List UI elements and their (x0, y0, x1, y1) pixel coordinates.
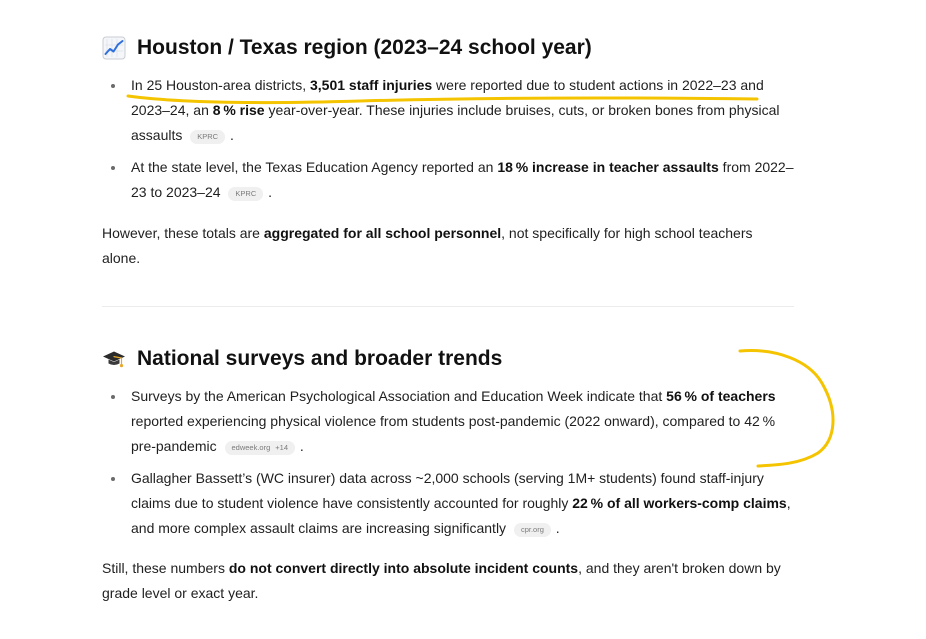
bold-text: aggregated for all school personnel (263, 225, 502, 241)
graduation-cap-icon (103, 351, 125, 368)
bullet-list: Surveys by the American Psychological As… (102, 384, 802, 541)
citation-chip[interactable]: KPRC (190, 130, 226, 144)
bold-text: 56 % of teachers (666, 388, 776, 404)
section-heading-houston: Houston / Texas region (2023–24 school y… (102, 33, 592, 63)
section-title: Houston / Texas region (2023–24 school y… (137, 36, 592, 59)
bold-text: 18 % increase in teacher assaults (497, 159, 719, 175)
paragraph: Still, these numbers do not convert dire… (102, 560, 781, 601)
citation-chip[interactable]: edweek.org +14 (224, 441, 296, 455)
bold-text: 8 % rise (212, 102, 265, 118)
list-item: In 25 Houston-area districts, 3,501 staf… (102, 73, 802, 148)
section-heading-national: National surveys and broader trends (102, 344, 502, 374)
list-item: Surveys by the American Psychological As… (102, 384, 802, 459)
list-item: Gallagher Bassett’s (WC insurer) data ac… (102, 466, 802, 541)
chart-increasing-icon (102, 36, 126, 60)
citation-chip[interactable]: KPRC (228, 187, 264, 201)
bold-text: 22 % of all workers-comp claims (572, 495, 787, 511)
citation-chip[interactable]: cpr.org (513, 523, 551, 537)
section-divider (102, 306, 794, 307)
bullet-list: In 25 Houston-area districts, 3,501 staf… (102, 73, 802, 205)
bold-text: 3,501 staff injuries (309, 77, 433, 93)
list-item: At the state level, the Texas Education … (102, 155, 802, 205)
section-title: National surveys and broader trends (137, 347, 503, 370)
paragraph: However, these totals are aggregated for… (102, 225, 753, 266)
bold-text: do not convert directly into absolute in… (228, 560, 579, 576)
